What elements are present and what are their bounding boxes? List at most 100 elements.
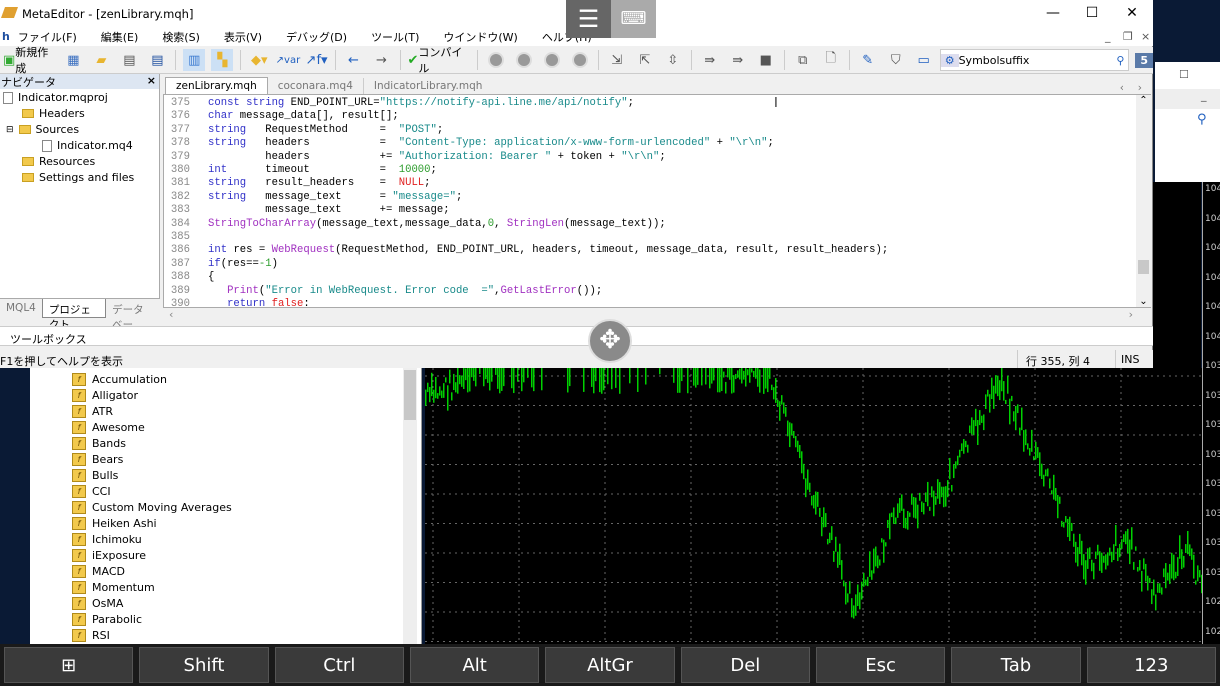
indicator-item[interactable]: f Bulls	[72, 469, 118, 482]
menu-search[interactable]: 検索(S)	[162, 29, 200, 45]
tab-mql4[interactable]: MQL4	[0, 299, 42, 318]
indicator-item[interactable]: f CCI	[72, 485, 111, 498]
search-icon[interactable]: ⚲	[1116, 54, 1128, 67]
minimize-button[interactable]: —	[1033, 0, 1073, 27]
minimize-icon[interactable]: _	[1201, 89, 1207, 102]
gear-icon[interactable]: ⚙	[940, 53, 959, 67]
profile-stop-icon[interactable]: ■	[755, 49, 777, 71]
indicator-item[interactable]: f Heiken Ashi	[72, 517, 157, 530]
key-esc[interactable]: Esc	[815, 647, 946, 683]
key-tab[interactable]: Tab	[951, 647, 1081, 683]
debug-start-icon[interactable]	[485, 49, 507, 71]
step-out-icon[interactable]: ⇳	[662, 49, 684, 71]
profile-start-icon[interactable]: ⇛	[699, 49, 721, 71]
search-icon[interactable]: ⚲	[1197, 112, 1207, 127]
toolbox-toggle-icon[interactable]: ▚	[211, 49, 234, 71]
code-editor[interactable]: 375 const string END_POINT_URL="https://n…	[163, 94, 1151, 308]
compile-button[interactable]: ✔ コンパイル	[407, 46, 469, 75]
indicator-item[interactable]: f iExposure	[72, 549, 146, 562]
scroll-up-icon[interactable]: ⌃	[1136, 95, 1151, 106]
tree-item-sources[interactable]: ⊟ Sources	[6, 123, 79, 136]
terminal-chart-icon[interactable]: ▭	[913, 49, 935, 71]
tree-item-settings[interactable]: Settings and files	[22, 171, 134, 184]
maximize-button[interactable]: ☐	[1072, 0, 1112, 27]
indicator-item[interactable]: f Parabolic	[72, 613, 142, 626]
style-dropdown-icon[interactable]: ◆▾	[248, 49, 270, 71]
menu-hamburger-icon[interactable]: ☰	[566, 0, 611, 38]
horizontal-scrollbar[interactable]: ‹ ›	[163, 308, 1151, 321]
maximize-icon[interactable]: ☐	[1179, 68, 1189, 81]
indicator-item[interactable]: f Alligator	[72, 389, 138, 402]
close-button[interactable]: ✕	[1112, 0, 1152, 27]
indicator-item[interactable]: f ATR	[72, 405, 113, 418]
menu-view[interactable]: 表示(V)	[224, 29, 262, 45]
key-shift[interactable]: Shift	[139, 647, 269, 683]
indicator-item[interactable]: f Bears	[72, 453, 123, 466]
shield-icon[interactable]: ⛉	[885, 49, 907, 71]
menu-debug[interactable]: デバッグ(D)	[286, 29, 347, 45]
scroll-left-icon[interactable]: ‹	[169, 308, 173, 321]
pause-icon[interactable]	[541, 49, 563, 71]
indicator-item[interactable]: f Custom Moving Averages	[72, 501, 232, 514]
key-del[interactable]: Del	[680, 647, 810, 683]
step-over-icon[interactable]: ⇱	[634, 49, 656, 71]
copy-icon[interactable]: ⧉	[792, 49, 814, 71]
tree-item-indicator-file[interactable]: Indicator.mq4	[42, 139, 133, 152]
styler-icon[interactable]: ✎	[857, 49, 879, 71]
vertical-scrollbar[interactable]: ⌃ ⌄	[1136, 95, 1151, 307]
scroll-down-icon[interactable]: ⌄	[1136, 296, 1151, 307]
save-all-icon[interactable]: ▤	[146, 49, 168, 71]
tree-item-project[interactable]: Indicator.mqproj	[3, 91, 108, 104]
step-into-icon[interactable]: ⇲	[606, 49, 628, 71]
keyboard-icon[interactable]: ⌨	[611, 0, 656, 38]
search-box[interactable]: ⚙ Symbolsuffix ⚲	[939, 49, 1130, 71]
tab-project[interactable]: プロジェクト	[41, 299, 107, 331]
windows-key[interactable]: ⊞	[4, 647, 134, 683]
indicator-item[interactable]: f Momentum	[72, 581, 155, 594]
indicator-item[interactable]: f MACD	[72, 565, 125, 578]
save-icon[interactable]: ▤	[118, 49, 140, 71]
search-input[interactable]: Symbolsuffix	[959, 54, 1117, 67]
back-arrow-icon[interactable]: ←	[343, 49, 365, 71]
new-button[interactable]: ▣ 新規作成	[3, 46, 56, 75]
new-project-icon[interactable]: ▦	[62, 49, 84, 71]
key-altgr[interactable]: AltGr	[545, 647, 675, 683]
navigator-scrollbar[interactable]	[403, 368, 417, 644]
mdi-close-icon[interactable]: ×	[1141, 30, 1150, 43]
scroll-thumb[interactable]	[1138, 260, 1149, 274]
indicator-item[interactable]: f OsMA	[72, 597, 123, 610]
forward-arrow-icon[interactable]: →	[371, 49, 393, 71]
mdi-minimize-icon[interactable]: _	[1105, 30, 1111, 43]
tab-indicatorlibrary[interactable]: IndicatorLibrary.mqh	[364, 78, 493, 94]
profile-real-icon[interactable]: ⇛	[727, 49, 749, 71]
scroll-right-icon[interactable]: ›	[1129, 308, 1133, 321]
play-icon[interactable]	[513, 49, 535, 71]
price-chart[interactable]	[425, 368, 1220, 649]
key-alt[interactable]: Alt	[409, 647, 540, 683]
open-folder-icon[interactable]: ▰	[90, 49, 112, 71]
tree-item-resources[interactable]: Resources	[22, 155, 95, 168]
navigator-close-button[interactable]: ×	[147, 74, 156, 87]
indicator-item[interactable]: f Bands	[72, 437, 126, 450]
tree-item-headers[interactable]: Headers	[22, 107, 85, 120]
menu-window[interactable]: ウインドウ(W)	[443, 29, 517, 45]
menu-file[interactable]: ファイル(F)	[18, 29, 77, 45]
navigator-toggle-icon[interactable]: ▥	[183, 49, 206, 71]
indicator-item[interactable]: f Accumulation	[72, 373, 167, 386]
tab-scroll-right-icon[interactable]: ›	[1138, 82, 1142, 94]
toolbox-bar[interactable]: ツールボックス	[0, 326, 1153, 346]
tab-zenlibrary[interactable]: zenLibrary.mqh	[165, 77, 268, 94]
key-123[interactable]: 123	[1086, 647, 1216, 683]
menu-edit[interactable]: 編集(E)	[101, 29, 139, 45]
indicator-item[interactable]: f Ichimoku	[72, 533, 142, 546]
key-ctrl[interactable]: Ctrl	[274, 647, 404, 683]
scroll-thumb[interactable]	[404, 370, 416, 420]
stop-icon[interactable]	[569, 49, 591, 71]
indicator-item[interactable]: f Awesome	[72, 421, 145, 434]
tab-scroll-left-icon[interactable]: ‹	[1120, 82, 1124, 94]
menu-tools[interactable]: ツール(T)	[371, 29, 419, 45]
find-in-files-icon[interactable]: 🗋	[820, 49, 842, 71]
collapse-icon[interactable]: ⊟	[6, 125, 14, 135]
notification-badge[interactable]: 5	[1135, 52, 1154, 68]
move-handle-icon[interactable]: ✥	[588, 319, 632, 363]
